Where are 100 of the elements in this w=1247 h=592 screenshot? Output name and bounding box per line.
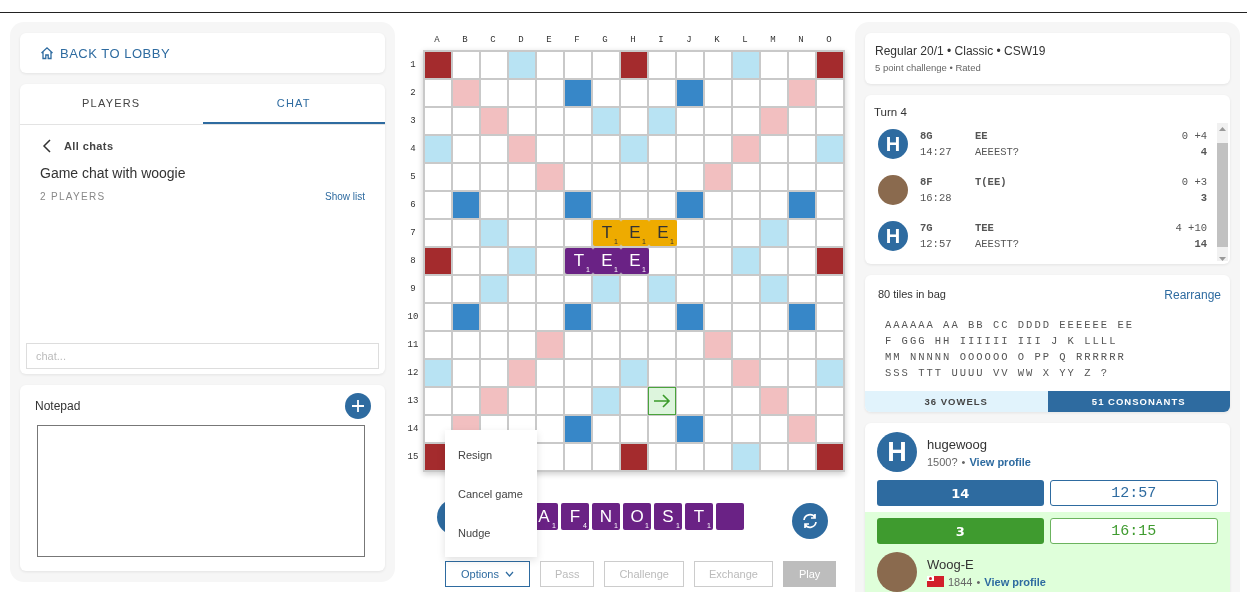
options-dropdown[interactable]: Options xyxy=(445,561,530,587)
shuffle-button[interactable] xyxy=(792,503,828,539)
view-profile-link[interactable]: View profile xyxy=(969,455,1031,468)
board-square[interactable] xyxy=(649,52,675,78)
board-square[interactable] xyxy=(453,52,479,78)
board-square[interactable] xyxy=(649,164,675,190)
double-word-square[interactable] xyxy=(733,136,759,162)
double-word-square[interactable] xyxy=(509,136,535,162)
board-square[interactable] xyxy=(733,164,759,190)
board-square[interactable] xyxy=(705,80,731,106)
board-square[interactable] xyxy=(705,388,731,414)
board-square[interactable] xyxy=(453,248,479,274)
board-square[interactable] xyxy=(733,304,759,330)
double-letter-square[interactable] xyxy=(481,220,507,246)
double-word-square[interactable] xyxy=(481,108,507,134)
triple-letter-square[interactable] xyxy=(677,80,703,106)
double-word-square[interactable] xyxy=(761,388,787,414)
scrollbar[interactable] xyxy=(1217,123,1228,261)
double-letter-square[interactable] xyxy=(761,220,787,246)
double-word-square[interactable] xyxy=(733,360,759,386)
double-word-square[interactable] xyxy=(789,80,815,106)
board-square[interactable] xyxy=(481,248,507,274)
board-square[interactable] xyxy=(537,108,563,134)
menu-item[interactable]: Resign xyxy=(445,435,537,474)
double-letter-square[interactable] xyxy=(509,52,535,78)
board-square[interactable] xyxy=(425,332,451,358)
board-square[interactable] xyxy=(733,220,759,246)
board-square[interactable] xyxy=(733,388,759,414)
board-square[interactable] xyxy=(425,220,451,246)
board-square[interactable] xyxy=(481,52,507,78)
double-letter-square[interactable] xyxy=(733,52,759,78)
board-square[interactable] xyxy=(789,164,815,190)
board-square[interactable] xyxy=(761,444,787,470)
board-square[interactable] xyxy=(537,416,563,442)
triple-letter-square[interactable] xyxy=(565,304,591,330)
board-square[interactable] xyxy=(593,192,619,218)
tab[interactable]: CHAT xyxy=(202,84,385,124)
board-square[interactable] xyxy=(817,108,843,134)
board-square[interactable] xyxy=(593,304,619,330)
board-square[interactable] xyxy=(789,52,815,78)
board-square[interactable] xyxy=(677,108,703,134)
triple-letter-square[interactable] xyxy=(453,192,479,218)
view-profile-link[interactable]: View profile xyxy=(984,575,1046,588)
board-square[interactable] xyxy=(761,332,787,358)
board-square[interactable] xyxy=(621,332,647,358)
board-square[interactable] xyxy=(537,360,563,386)
triple-letter-square[interactable] xyxy=(677,304,703,330)
board-square[interactable] xyxy=(677,52,703,78)
board-square[interactable] xyxy=(537,304,563,330)
board-square[interactable] xyxy=(481,304,507,330)
triple-letter-square[interactable] xyxy=(565,416,591,442)
board-square[interactable] xyxy=(761,248,787,274)
board-square[interactable] xyxy=(733,332,759,358)
board-square[interactable] xyxy=(453,108,479,134)
board-square[interactable] xyxy=(705,192,731,218)
board-square[interactable] xyxy=(761,192,787,218)
double-letter-square[interactable] xyxy=(593,276,619,302)
board-square[interactable] xyxy=(537,136,563,162)
double-letter-square[interactable] xyxy=(425,136,451,162)
board-square[interactable] xyxy=(789,136,815,162)
board-square[interactable] xyxy=(453,220,479,246)
board-square[interactable] xyxy=(425,164,451,190)
board-square[interactable] xyxy=(481,192,507,218)
triple-letter-square[interactable] xyxy=(789,192,815,218)
board-square[interactable] xyxy=(817,164,843,190)
board-square[interactable] xyxy=(453,332,479,358)
double-letter-square[interactable] xyxy=(817,136,843,162)
board-square[interactable] xyxy=(677,136,703,162)
board-square[interactable] xyxy=(593,136,619,162)
board-square[interactable] xyxy=(705,304,731,330)
board-square[interactable] xyxy=(425,108,451,134)
board-square[interactable] xyxy=(761,360,787,386)
board-square[interactable] xyxy=(621,192,647,218)
board-square[interactable] xyxy=(705,52,731,78)
board-square[interactable] xyxy=(537,444,563,470)
board-square[interactable] xyxy=(481,164,507,190)
board-square[interactable] xyxy=(817,192,843,218)
board-square[interactable] xyxy=(761,416,787,442)
board-square[interactable] xyxy=(649,444,675,470)
board-square[interactable] xyxy=(453,388,479,414)
board-square[interactable] xyxy=(649,192,675,218)
double-letter-square[interactable] xyxy=(509,248,535,274)
double-letter-square[interactable] xyxy=(817,360,843,386)
board-square[interactable] xyxy=(537,388,563,414)
double-letter-square[interactable] xyxy=(593,388,619,414)
board-square[interactable] xyxy=(789,220,815,246)
board-square[interactable] xyxy=(817,276,843,302)
double-word-square[interactable] xyxy=(761,108,787,134)
board-square[interactable] xyxy=(565,388,591,414)
board-square[interactable] xyxy=(565,360,591,386)
board-square[interactable] xyxy=(649,304,675,330)
board-square[interactable] xyxy=(705,136,731,162)
double-letter-square[interactable] xyxy=(733,444,759,470)
double-letter-square[interactable] xyxy=(649,276,675,302)
board-square[interactable] xyxy=(425,192,451,218)
board-square[interactable] xyxy=(649,332,675,358)
triple-letter-square[interactable] xyxy=(565,192,591,218)
board-square[interactable] xyxy=(649,248,675,274)
board-square[interactable] xyxy=(789,388,815,414)
board-square[interactable] xyxy=(565,444,591,470)
